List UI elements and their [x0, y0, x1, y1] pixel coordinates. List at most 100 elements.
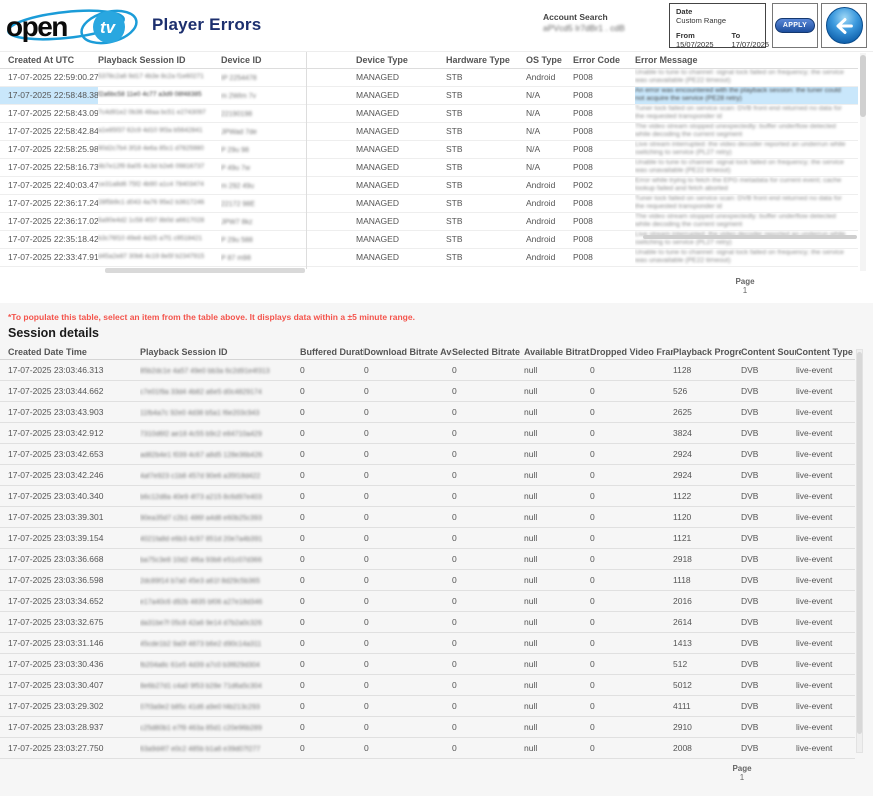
date-to-field[interactable]: To 17/07/2025 [732, 31, 770, 49]
content-source-cell: DVB [741, 569, 796, 590]
column-header[interactable]: Selected Bitrate [452, 345, 524, 359]
table-row[interactable]: 17-07-2025 22:58:16.7374b7e12f9 8a05 4c3… [0, 158, 858, 176]
page-title: Player Errors [152, 15, 261, 35]
playback-session-id-cell: c7e01f9a 33d4 4b82 a6e5 d0c4829174 [140, 380, 300, 401]
playback-session-id-cell: c25d80b1 e7f9 463a 85d1 c20e96b289 [140, 716, 300, 737]
column-header[interactable]: Error Code [573, 52, 635, 68]
buffered-duration-cell: 0 [300, 380, 364, 401]
table-row[interactable]: 17-07-2025 22:36:17.24628f5b9c1 d043 4a7… [0, 194, 858, 212]
download-bitrate-cell: 0 [364, 464, 452, 485]
apply-button[interactable]: APPLY [775, 18, 815, 33]
table-row[interactable]: 17-07-2025 22:58:25.98090d2c7b4 3f18 4e6… [0, 140, 858, 158]
table-row[interactable]: 17-07-2025 23:03:42.9127310d6f2 ae18 4c5… [0, 422, 855, 443]
dropped-frames-cell: 0 [590, 464, 673, 485]
content-source-cell: DVB [741, 590, 796, 611]
download-bitrate-cell: 0 [364, 485, 452, 506]
table-row[interactable]: 17-07-2025 23:03:42.2464af7e923 c1b8 457… [0, 464, 855, 485]
content-source-cell: DVB [741, 422, 796, 443]
download-bitrate-cell: 0 [364, 548, 452, 569]
account-search-label: Account Search [543, 12, 625, 23]
selected-bitrate-cell: 0 [452, 611, 524, 632]
table-row[interactable]: 17-07-2025 23:03:32.675da31be7f 05c8 42a… [0, 611, 855, 632]
page-number[interactable]: 1 [712, 773, 772, 782]
column-header[interactable]: OS Type [526, 52, 573, 68]
table-row[interactable]: 17-07-2025 23:03:28.937c25d80b1 e7f9 463… [0, 716, 855, 737]
table-row[interactable]: 17-07-2025 23:03:36.5982dc89f14 b7a0 45e… [0, 569, 855, 590]
hardware-type-cell: STB [446, 104, 526, 122]
frozen-panel-divider [306, 52, 307, 269]
table-row[interactable]: 17-07-2025 22:35:18.421b3c76f10 49e8 4d2… [0, 230, 858, 248]
table-row[interactable]: 17-07-2025 23:03:31.14645cde1b2 9a0f 487… [0, 632, 855, 653]
table-row[interactable]: 17-07-2025 23:03:39.1544021fa8d e6b3 4c9… [0, 527, 855, 548]
scrollbar-thumb[interactable] [857, 352, 862, 734]
table-row[interactable]: 17-07-2025 23:03:46.31385b2dc1e 4a57 49e… [0, 359, 855, 380]
column-header[interactable]: Device Type [356, 52, 446, 68]
back-button[interactable] [826, 7, 863, 44]
error-message-cell: Tuner lock failed on service scan: DVB f… [635, 194, 858, 212]
session-panel-horizontal-scrollbar[interactable] [105, 268, 305, 273]
session-table-pagination: Page 1 [712, 764, 772, 782]
column-header[interactable]: Device ID [221, 52, 356, 68]
column-header[interactable]: Playback Session ID [98, 52, 221, 68]
table-row[interactable]: 17-07-2025 22:33:47.915d45a2e87 30b6 4c1… [0, 248, 858, 266]
column-header[interactable]: Playback Session ID [140, 345, 300, 359]
page-number[interactable]: 1 [715, 286, 775, 295]
column-header[interactable]: Playback Progress [673, 345, 741, 359]
column-header[interactable]: Created Date Time [0, 345, 140, 359]
column-header[interactable]: Created At UTC [0, 52, 98, 68]
table-row[interactable]: 17-07-2025 22:40:03.474ce31a8d6 75f2 4b9… [0, 176, 858, 194]
table-row[interactable]: 17-07-2025 22:59:00.2715378c2a6 9d17 4b3… [0, 68, 858, 86]
error-message-horizontal-scrollbar[interactable] [643, 235, 857, 239]
table-row[interactable]: 17-07-2025 22:36:17.0286a90e4d2 1c58 4f3… [0, 212, 858, 230]
playback-session-id-cell: a1e85f37 62c9 4d10 9f3a b5642841 [98, 122, 221, 140]
column-header[interactable]: Content Type [796, 345, 855, 359]
date-range-box[interactable]: Date Custom Range From 15/07/2025 To 17/… [669, 3, 766, 48]
error-message-cell: The video stream stopped unexpectedly: b… [635, 122, 858, 140]
playback-session-id-cell: ba75c3e8 10d2 4f6a 93b8 e51c07d366 [140, 548, 300, 569]
content-source-cell: DVB [741, 611, 796, 632]
date-range-value[interactable]: Custom Range [676, 16, 759, 25]
available-bitrate-cell: null [524, 611, 590, 632]
table-row[interactable]: 17-07-2025 22:58:42.841a1e85f37 62c9 4d1… [0, 122, 858, 140]
dropped-frames-cell: 0 [590, 422, 673, 443]
selected-bitrate-cell: 0 [452, 422, 524, 443]
table-row[interactable]: 17-07-2025 23:03:39.30190ea35d7 c2b1 486… [0, 506, 855, 527]
session-vertical-scrollbar[interactable] [856, 349, 863, 753]
created-date-cell: 17-07-2025 23:03:29.302 [0, 695, 140, 716]
available-bitrate-cell: null [524, 422, 590, 443]
table-row[interactable]: 17-07-2025 23:03:30.4078e6b27d1 c4a0 9f5… [0, 674, 855, 695]
from-value[interactable]: 15/07/2025 [676, 40, 714, 49]
table-row[interactable]: 17-07-2025 23:03:34.652e17a40c6 d92b 483… [0, 590, 855, 611]
column-header[interactable]: Download Bitrate Avera.. [364, 345, 452, 359]
scrollbar-thumb[interactable] [860, 55, 866, 117]
table-row[interactable]: 17-07-2025 23:03:44.662c7e01f9a 33d4 4b8… [0, 380, 855, 401]
playback-progress-cell: 2008 [673, 737, 741, 758]
table-row[interactable]: 17-07-2025 22:58:43.0977c4d91e2 0b36 48a… [0, 104, 858, 122]
buffered-duration-cell: 0 [300, 443, 364, 464]
buffered-duration-cell: 0 [300, 422, 364, 443]
errors-vertical-scrollbar[interactable] [860, 53, 866, 271]
column-header[interactable]: Hardware Type [446, 52, 526, 68]
table-row[interactable]: 17-07-2025 23:03:40.340b6c12d8a 40e9 4f7… [0, 485, 855, 506]
table-row[interactable]: 17-07-2025 23:03:27.75063a9d4f7 e0c2 485… [0, 737, 855, 758]
selected-bitrate-cell: 0 [452, 401, 524, 422]
column-header[interactable]: Dropped Video Fram.. [590, 345, 673, 359]
dropped-frames-cell: 0 [590, 737, 673, 758]
table-row[interactable]: 17-07-2025 23:03:30.436fb204a8c 61e5 4d3… [0, 653, 855, 674]
column-header[interactable]: Content Source [741, 345, 796, 359]
column-header[interactable]: Available Bitrat.. [524, 345, 590, 359]
to-value[interactable]: 17/07/2025 [732, 40, 770, 49]
table-row[interactable]: 17-07-2025 23:03:36.668ba75c3e8 10d2 4f6… [0, 548, 855, 569]
column-header[interactable]: Error Message [635, 52, 858, 68]
account-search-value[interactable]: aPVcd5 Ir7dBr1 . cdB [543, 23, 625, 34]
playback-session-id-cell: 45cde1b2 9a0f 4873 b6e2 d90c14a311 [140, 632, 300, 653]
table-row[interactable]: 17-07-2025 23:03:29.30207f3a9e2 b85c 41d… [0, 695, 855, 716]
table-row[interactable]: 17-07-2025 23:03:42.653ad82b4e1 f039 4c6… [0, 443, 855, 464]
table-row[interactable]: 17-07-2025 23:03:43.90311fb4a7c 92e0 4d3… [0, 401, 855, 422]
date-from-field[interactable]: From 15/07/2025 [676, 31, 714, 49]
content-type-cell: live-event [796, 695, 855, 716]
table-row[interactable]: 17-07-2025 22:58:48.385f2a6bc58 11e0 4c7… [0, 86, 858, 104]
column-header[interactable]: Buffered Duration [300, 345, 364, 359]
error-code-cell: P002 [573, 176, 635, 194]
session-table-header-row: Created Date TimePlayback Session IDBuff… [0, 345, 855, 359]
